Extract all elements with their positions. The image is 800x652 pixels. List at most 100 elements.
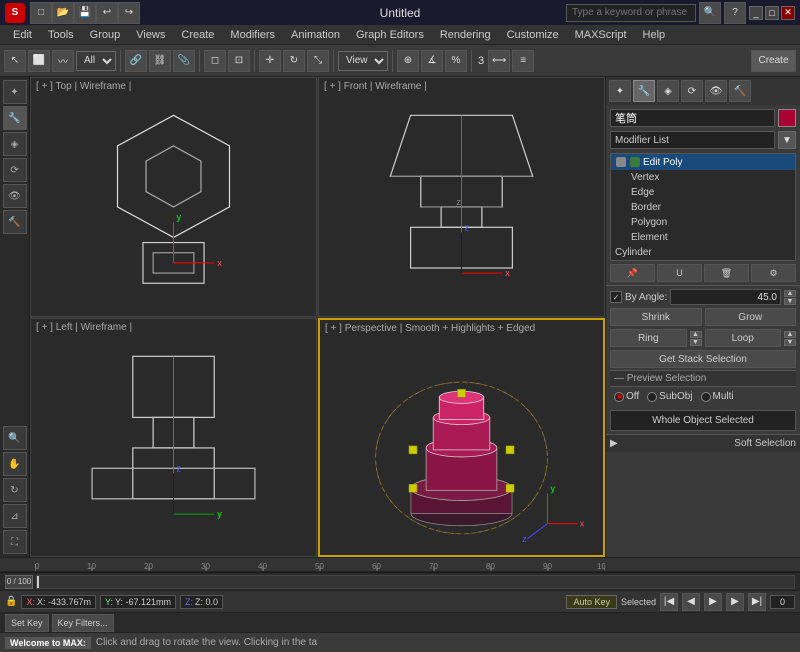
stack-item-polygon[interactable]: Polygon [611, 215, 795, 230]
by-angle-checkbox[interactable]: ✓ [610, 291, 622, 303]
ring-up[interactable]: ▲ [690, 331, 702, 338]
align-icon[interactable]: ≡ [512, 50, 534, 72]
search-icon[interactable]: 🔍 [699, 2, 721, 24]
radio-off[interactable]: Off [614, 391, 639, 402]
close-button[interactable]: ✕ [781, 6, 795, 20]
help-icon[interactable]: ? [724, 2, 746, 24]
go-end-button[interactable]: ▶| [748, 593, 766, 611]
redo-icon[interactable]: ↪ [118, 2, 140, 24]
link-icon[interactable]: 🔗 [125, 50, 147, 72]
snap-icon[interactable]: ⊕ [397, 50, 419, 72]
get-stack-selection-button[interactable]: Get Stack Selection [610, 350, 796, 368]
create-button[interactable]: Create [751, 50, 796, 72]
stack-item-edit-poly[interactable]: Edit Poly [611, 154, 795, 170]
scale-icon[interactable]: ⤡ [307, 50, 329, 72]
zoom-icon[interactable]: 🔍 [3, 426, 27, 450]
menu-graph-editors[interactable]: Graph Editors [348, 27, 432, 43]
orbit-icon[interactable]: ↻ [3, 478, 27, 502]
move-icon[interactable]: ✛ [259, 50, 281, 72]
lasso-icon[interactable]: 〰 [52, 50, 74, 72]
percent-snap-icon[interactable]: % [445, 50, 467, 72]
filter-dropdown[interactable]: All [76, 51, 116, 71]
stack-item-vertex[interactable]: Vertex [611, 170, 795, 185]
frame-number-input[interactable]: 0 [770, 595, 795, 609]
config-button[interactable]: ⚙ [751, 264, 796, 282]
field-of-view-icon[interactable]: ⊿ [3, 504, 27, 528]
maximize-button[interactable]: □ [765, 6, 779, 20]
utilities-panel-icon[interactable]: 🔨 [3, 210, 27, 234]
search-input[interactable] [566, 4, 696, 22]
prev-frame-button[interactable]: ◀ [682, 593, 700, 611]
create-tab[interactable]: ✦ [609, 80, 631, 102]
motion-tab[interactable]: ⟳ [681, 80, 703, 102]
grow-button[interactable]: Grow [705, 308, 797, 326]
by-angle-down[interactable]: ▼ [784, 298, 796, 305]
menu-maxscript[interactable]: MAXScript [567, 27, 635, 43]
remove-modifier-button[interactable]: 🗑 [704, 264, 749, 282]
hierarchy-panel-icon[interactable]: ◈ [3, 132, 27, 156]
minimize-button[interactable]: _ [749, 6, 763, 20]
loop-button[interactable]: Loop [705, 329, 782, 347]
by-angle-up[interactable]: ▲ [784, 290, 796, 297]
timeline-bar[interactable] [36, 575, 795, 589]
play-button[interactable]: ▶ [704, 593, 722, 611]
menu-help[interactable]: Help [635, 27, 674, 43]
utilities-tab[interactable]: 🔨 [729, 80, 751, 102]
menu-group[interactable]: Group [82, 27, 129, 43]
y-coord-display[interactable]: Y: Y: -67.121mm [100, 595, 176, 609]
modify-tab[interactable]: 🔧 [633, 80, 655, 102]
menu-create[interactable]: Create [173, 27, 222, 43]
display-tab[interactable]: 👁 [705, 80, 727, 102]
ring-down[interactable]: ▼ [690, 339, 702, 346]
stack-item-border[interactable]: Border [611, 200, 795, 215]
x-coord-display[interactable]: X: X: -433.767m [21, 595, 96, 609]
mirror-icon[interactable]: ⟷ [488, 50, 510, 72]
z-coord-display[interactable]: Z: Z: 0.0 [180, 595, 223, 609]
unique-button[interactable]: U [657, 264, 702, 282]
radio-multi[interactable]: Multi [701, 391, 734, 402]
select-region2-icon[interactable]: ⊡ [228, 50, 250, 72]
undo-icon[interactable]: ↩ [96, 2, 118, 24]
shrink-button[interactable]: Shrink [610, 308, 702, 326]
by-angle-input[interactable] [670, 289, 781, 305]
pan-icon[interactable]: ✋ [3, 452, 27, 476]
create-panel-icon[interactable]: ✦ [3, 80, 27, 104]
unlink-icon[interactable]: ⛓ [149, 50, 171, 72]
loop-up[interactable]: ▲ [784, 331, 796, 338]
menu-animation[interactable]: Animation [283, 27, 348, 43]
viewport-perspective[interactable]: [ + ] Perspective | Smooth + Highlights … [318, 318, 605, 558]
modify-panel-icon[interactable]: 🔧 [3, 106, 27, 130]
key-filters-button[interactable]: Key Filters... [52, 614, 114, 632]
angle-snap-icon[interactable]: ∡ [421, 50, 443, 72]
radio-subobj[interactable]: SubObj [647, 391, 692, 402]
menu-rendering[interactable]: Rendering [432, 27, 499, 43]
go-start-button[interactable]: |◀ [660, 593, 678, 611]
menu-edit[interactable]: Edit [5, 27, 40, 43]
view-dropdown[interactable]: View [338, 51, 388, 71]
select-obj-icon[interactable]: ◻ [204, 50, 226, 72]
save-icon[interactable]: 💾 [74, 2, 96, 24]
select-region-icon[interactable]: ⬜ [28, 50, 50, 72]
viewport-left[interactable]: [ + ] Left | Wireframe | y z [30, 318, 317, 558]
ring-button[interactable]: Ring [610, 329, 687, 347]
select-icon[interactable]: ↖ [4, 50, 26, 72]
object-name-input[interactable] [610, 109, 775, 127]
modifier-list-dropdown[interactable]: ▼ [778, 131, 796, 149]
maximize-vp-icon[interactable]: ⛶ [3, 530, 27, 554]
new-icon[interactable]: □ [30, 2, 52, 24]
object-color-box[interactable] [778, 109, 796, 127]
motion-panel-icon[interactable]: ⟳ [3, 158, 27, 182]
loop-down[interactable]: ▼ [784, 339, 796, 346]
next-frame-button[interactable]: ▶ [726, 593, 744, 611]
menu-customize[interactable]: Customize [499, 27, 567, 43]
viewport-top[interactable]: [ + ] Top | Wireframe | x y [30, 77, 317, 317]
viewport-front[interactable]: [ + ] Front | Wireframe | z [318, 77, 605, 317]
stack-item-element[interactable]: Element [611, 230, 795, 245]
menu-tools[interactable]: Tools [40, 27, 82, 43]
stack-item-cylinder[interactable]: Cylinder [611, 245, 795, 260]
bind-icon[interactable]: 📎 [173, 50, 195, 72]
open-icon[interactable]: 📂 [52, 2, 74, 24]
rotate-icon[interactable]: ↻ [283, 50, 305, 72]
menu-views[interactable]: Views [128, 27, 173, 43]
set-key-button[interactable]: Set Key [5, 614, 49, 632]
